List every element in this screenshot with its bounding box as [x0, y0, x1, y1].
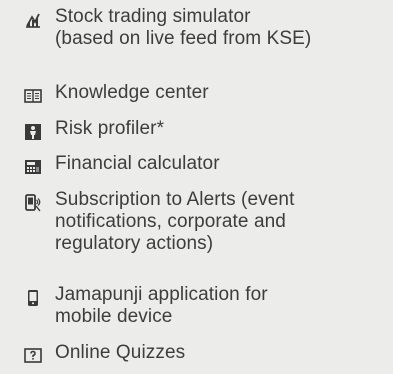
- item-label: Knowledge center: [55, 82, 209, 103]
- subscription-alerts-item[interactable]: Subscription to Alerts (event notificati…: [24, 189, 389, 255]
- feature-list: Stock trading simulator (based on live f…: [0, 0, 393, 374]
- risk-figure-icon: [25, 124, 41, 140]
- open-book-icon: [24, 89, 42, 103]
- financial-calculator-item[interactable]: Financial calculator: [24, 153, 389, 176]
- item-label: Risk profiler*: [55, 118, 165, 139]
- item-label: Stock trading simulator (based on live f…: [55, 6, 312, 49]
- chart-icon: [26, 13, 40, 28]
- item-label: Online Quizzes: [55, 342, 186, 363]
- alert-phone-icon: [25, 194, 41, 212]
- item-label: Subscription to Alerts (event notificati…: [55, 189, 295, 254]
- quiz-icon: [24, 348, 42, 363]
- online-quizzes-item[interactable]: Online Quizzes: [24, 342, 389, 365]
- item-label: Financial calculator: [55, 153, 220, 174]
- item-label: Jamapunji application for mobile device: [55, 284, 268, 327]
- stock-trading-simulator-item[interactable]: Stock trading simulator (based on live f…: [24, 6, 389, 50]
- risk-profiler-item[interactable]: Risk profiler*: [24, 118, 389, 141]
- jamapunji-mobile-app-item[interactable]: Jamapunji application for mobile device: [24, 284, 389, 328]
- calculator-icon: [25, 160, 41, 174]
- mobile-phone-icon: [28, 290, 38, 306]
- knowledge-center-item[interactable]: Knowledge center: [24, 82, 389, 105]
